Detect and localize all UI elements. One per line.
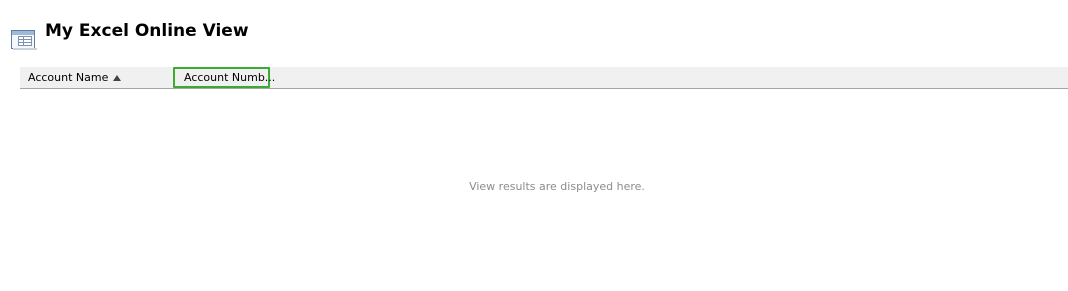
column-header-account-name[interactable]: Account Name	[20, 67, 172, 88]
page: My Excel Online View Account Name Accoun…	[0, 0, 1068, 291]
view-icon	[10, 26, 38, 52]
column-header-label: Account Name	[28, 71, 109, 84]
page-title: My Excel Online View	[45, 21, 249, 41]
column-header-account-number[interactable]: Account Numb...	[173, 67, 275, 88]
empty-results-message: View results are displayed here.	[469, 180, 645, 193]
grid-header: Account Name Account Numb...	[20, 67, 1068, 89]
sort-ascending-icon	[113, 75, 122, 81]
column-header-label: Account Numb...	[184, 71, 276, 84]
